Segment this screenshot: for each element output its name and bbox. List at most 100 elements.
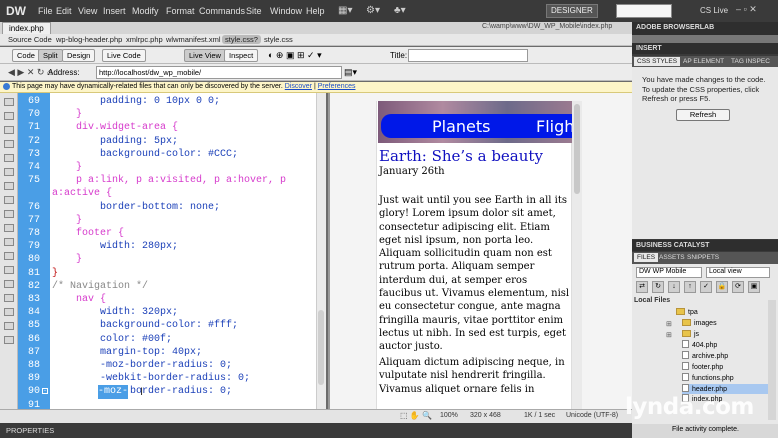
code-line[interactable]: } [52, 108, 82, 121]
address-input[interactable]: http://localhost/dw_wp_mobile/ [96, 66, 342, 79]
wrap-tag-icon[interactable] [4, 266, 14, 274]
remove-comment-icon[interactable] [4, 252, 14, 260]
document-tab[interactable]: index.php [2, 22, 51, 34]
file-tree-item[interactable]: js [682, 329, 699, 341]
show-code-navigator-icon[interactable] [4, 112, 14, 120]
menu-modify[interactable]: Modify [132, 6, 159, 16]
split-view-button[interactable]: Split [38, 49, 63, 62]
nav-link-planets[interactable]: Planets [432, 117, 491, 136]
syntax-error-icon[interactable] [4, 224, 14, 232]
code-line[interactable]: footer { [52, 227, 124, 240]
window-size[interactable]: 320 x 468 [470, 412, 501, 419]
tab-ap-elements[interactable]: AP ELEMENT [680, 57, 727, 66]
menu-insert[interactable]: Insert [103, 6, 126, 16]
search-input[interactable] [616, 4, 672, 18]
collapse-tag-icon[interactable] [4, 126, 14, 134]
zoom-level[interactable]: 100% [440, 412, 458, 419]
expand-all-icon[interactable] [4, 154, 14, 162]
code-line[interactable]: border-bottom: none; [52, 201, 220, 214]
status-tool-icons[interactable]: ⬚ ✋ 🔍 [400, 411, 432, 420]
inspect-button[interactable]: Inspect [224, 49, 259, 62]
menu-site[interactable]: Site [246, 6, 262, 16]
selected-text[interactable]: -moz- [98, 385, 129, 399]
put-files-icon[interactable]: ↑ [684, 281, 696, 293]
menu-commands[interactable]: Commands [199, 6, 245, 16]
code-line[interactable]: p a:link, p a:visited, p a:hover, p [52, 174, 286, 187]
tab-css-styles[interactable]: CSS STYLES [634, 57, 681, 66]
tree-expander-icon[interactable]: ⊞ [666, 331, 672, 339]
code-line[interactable]: nav { [52, 293, 106, 306]
collapse-marker-icon[interactable]: - [42, 388, 48, 394]
related-file[interactable]: style.css [264, 35, 293, 44]
design-view-button[interactable]: Design [62, 49, 96, 62]
recent-snippets-icon[interactable] [4, 280, 14, 288]
menu-format[interactable]: Format [166, 6, 195, 16]
browserlab-panel-header[interactable]: ADOBE BROWSERLAB [632, 22, 778, 35]
move-css-icon[interactable] [4, 294, 14, 302]
apply-comment-icon[interactable] [4, 238, 14, 246]
sync-icon[interactable]: ⟳ [732, 281, 744, 293]
code-line[interactable]: margin-top: 40px; [52, 346, 202, 359]
live-scrollbar-thumb[interactable] [574, 104, 580, 194]
insert-panel-header[interactable]: INSERT [632, 43, 778, 54]
code-scrollbar-thumb[interactable] [318, 310, 324, 385]
code-line[interactable]: color: #00f; [52, 333, 172, 346]
get-files-icon[interactable]: ↓ [668, 281, 680, 293]
layout-icon[interactable]: ▦▾ [338, 5, 352, 16]
code-line[interactable]: width: 280px; [52, 240, 178, 253]
code-line[interactable]: padding: 0 10px 0 0; [52, 95, 220, 108]
file-tree-item[interactable]: images [682, 318, 717, 330]
code-line[interactable]: } [52, 267, 58, 280]
code-line[interactable]: /* Navigation */ [52, 280, 148, 293]
gear-icon[interactable]: ⚙▾ [366, 5, 380, 16]
menu-file[interactable]: File [38, 6, 53, 16]
code-line[interactable]: background-color: #fff; [52, 319, 238, 332]
connect-icon[interactable]: ⇄ [636, 281, 648, 293]
related-file[interactable]: wp-blog-header.php [56, 35, 122, 44]
related-file[interactable]: xmlrpc.php [126, 35, 163, 44]
discover-link[interactable]: Discover [285, 83, 312, 90]
tree-expander-icon[interactable]: ⊞ [666, 320, 672, 328]
file-tree-item[interactable]: 404.php [682, 340, 717, 351]
related-file[interactable]: wlwmanifest.xml [166, 35, 221, 44]
cs-live-button[interactable]: CS Live [700, 6, 728, 15]
live-view-button[interactable]: Live View [184, 49, 226, 62]
file-tree-item[interactable]: header.php [682, 383, 774, 395]
code-line[interactable]: a:active { [52, 187, 112, 200]
code-line[interactable]: } [52, 214, 82, 227]
code-line[interactable]: padding: 5px; [52, 135, 178, 148]
expand-icon[interactable]: ▣ [748, 281, 760, 293]
menu-view[interactable]: View [78, 6, 97, 16]
browser-nav-icons[interactable]: ◀ ▶ ✕ ↻ ⌂ [8, 67, 52, 78]
properties-label[interactable]: PROPERTIES [6, 426, 54, 435]
code-line[interactable]: background-color: #CCC; [52, 148, 238, 161]
tab-tag-inspector[interactable]: TAG INSPEC [728, 57, 773, 66]
highlight-invalid-icon[interactable] [4, 210, 14, 218]
balance-braces-icon[interactable] [4, 182, 14, 190]
collapse-selection-icon[interactable] [4, 140, 14, 148]
post-title[interactable]: Earth: She’s a beauty [379, 147, 543, 165]
view-select[interactable]: Local view [706, 267, 770, 278]
business-catalyst-header[interactable]: BUSINESS CATALYST [632, 240, 778, 251]
related-file[interactable]: style.css? [222, 35, 261, 44]
indent-code-icon[interactable] [4, 308, 14, 316]
title-input[interactable] [408, 49, 528, 62]
code-line[interactable]: div.widget-area { [52, 121, 178, 134]
line-numbers-icon[interactable] [4, 196, 14, 204]
check-out-icon[interactable]: ✓ [700, 281, 712, 293]
nav-link-flights[interactable]: Fligh [536, 117, 574, 136]
outdent-code-icon[interactable] [4, 322, 14, 330]
toolbar-tool-icons[interactable]: ◐ ⊕ ▣ ⊞ ✓ ▾ [268, 50, 322, 61]
tab-files[interactable]: FILES [634, 253, 659, 262]
code-line[interactable]: } [52, 161, 82, 174]
check-in-icon[interactable]: 🔒 [716, 281, 728, 293]
refresh-button[interactable]: Refresh [676, 109, 730, 121]
site-select[interactable]: DW WP Mobile [636, 267, 702, 278]
preferences-link[interactable]: Preferences [318, 83, 356, 90]
file-tree-item[interactable]: functions.php [682, 372, 734, 384]
tab-snippets[interactable]: SNIPPETS [684, 253, 722, 262]
code-line[interactable]: -webkit-border-radius: 0; [52, 372, 250, 385]
related-file-source-code[interactable]: Source Code [8, 35, 52, 44]
files-scrollbar[interactable] [768, 300, 776, 420]
file-tree-item[interactable]: archive.php [682, 351, 728, 362]
